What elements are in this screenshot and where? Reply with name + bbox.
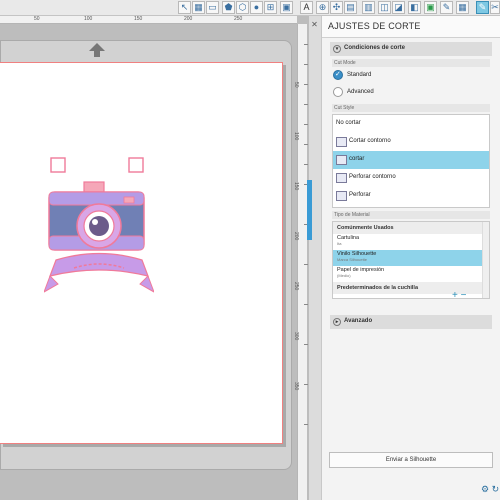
pentagon-icon[interactable]: ⬟	[222, 1, 235, 14]
radio-checked-icon[interactable]	[333, 70, 343, 80]
mode-standard-label: Standard	[347, 72, 372, 78]
draw-icon[interactable]: ✎	[440, 1, 453, 14]
style-perforate-edge[interactable]: Perforar contorno	[333, 169, 489, 187]
align-icon[interactable]: ⊕	[316, 1, 329, 14]
remove-material-button[interactable]: −	[461, 290, 467, 301]
material-item[interactable]: Cartulina Ita	[333, 234, 489, 250]
style-perforate[interactable]: Perforar	[333, 187, 489, 205]
material-item[interactable]: Papel de impresión (Medio)	[333, 266, 489, 282]
material-sub: (Medio)	[337, 273, 351, 278]
top-toolbar: ↖ ▦ ▭ ⬟ ⬡ ● ⊞ ▣ A ⊕ ✣ ▤ ▥ ◫ ◪ ◧ ▣ ✎ ▦ ✎ …	[0, 0, 500, 16]
material-sub: Ita	[337, 241, 342, 246]
trace-icon[interactable]: ◪	[392, 1, 405, 14]
cut-style-label: Cut Style	[332, 104, 490, 112]
ruler-label: 200	[293, 232, 299, 241]
style-label: Perforar contorno	[349, 174, 396, 180]
cut-conditions-header[interactable]: ▾ Condiciones de corte	[330, 42, 492, 56]
grid-icon[interactable]: ▦	[192, 1, 205, 14]
layers-icon[interactable]: ▤	[344, 1, 357, 14]
store-icon[interactable]: ▣	[424, 1, 437, 14]
material-type-label: Tipo de Material	[332, 211, 490, 219]
style-label: Cortar contorno	[349, 138, 391, 144]
cursor-icon[interactable]: ↖	[178, 1, 191, 14]
bottom-icons: ⚙ ↻	[481, 484, 499, 495]
ruler-label: 50	[293, 82, 299, 88]
ruler-label: 50	[34, 16, 40, 22]
gear-icon[interactable]: ⚙	[481, 484, 489, 494]
ruler-label: 150	[293, 182, 299, 191]
replicate-icon[interactable]: ▥	[362, 1, 375, 14]
add-material-button[interactable]: +	[452, 290, 458, 301]
radio-unchecked-icon[interactable]	[333, 87, 343, 97]
expand-icon: ▸	[333, 318, 341, 326]
style-no-cut[interactable]: No cortar	[333, 115, 489, 133]
cut-conditions-label: Condiciones de corte	[344, 45, 406, 51]
ruler-label: 100	[84, 16, 93, 22]
move-icon[interactable]: ✣	[330, 1, 343, 14]
style-label: Perforar	[349, 192, 371, 198]
text-icon[interactable]: A	[300, 1, 313, 14]
line-icon[interactable]: ⊞	[264, 1, 277, 14]
perforate-icon	[336, 191, 347, 201]
offset-icon[interactable]: ◫	[378, 1, 391, 14]
mode-advanced[interactable]: Advanced	[332, 84, 490, 101]
style-cut-edge[interactable]: Cortar contorno	[333, 133, 489, 151]
material-item[interactable]: Vinilo Silhouette Marca Silhouette	[333, 250, 489, 266]
camera-design[interactable]	[44, 152, 154, 302]
perforate-edge-icon	[336, 173, 347, 183]
hexagon-icon[interactable]: ⬡	[236, 1, 249, 14]
send-to-silhouette-button[interactable]: Enviar a Silhouette	[329, 452, 493, 468]
material-sub: Marca Silhouette	[337, 257, 368, 262]
circle-icon[interactable]: ●	[250, 1, 263, 14]
close-panel-button[interactable]: ✕	[310, 20, 319, 30]
send-icon[interactable]: ✂	[490, 1, 500, 14]
ruler-label: 350	[293, 382, 299, 391]
mode-standard[interactable]: Standard	[332, 67, 490, 84]
cut-style-list: No cortar Cortar contorno cortar Perfora…	[332, 114, 490, 208]
fill-icon[interactable]: ◧	[408, 1, 421, 14]
style-label: cortar	[349, 156, 365, 162]
advanced-header[interactable]: ▸ Avanzado	[330, 315, 492, 329]
side-ruler: 50 100 150 200 250 300 350	[293, 24, 308, 500]
cut-settings-panel: AJUSTES DE CORTE ▾ Condiciones de corte …	[321, 16, 500, 500]
ruler-label: 150	[134, 16, 143, 22]
cut-settings-icon[interactable]: ✎	[476, 1, 489, 14]
material-scrollbar[interactable]	[482, 222, 489, 298]
cut-mode-label: Cut Mode	[332, 59, 490, 67]
vertical-scrollbar[interactable]	[307, 180, 312, 240]
library-icon[interactable]: ▦	[456, 1, 469, 14]
panel-title: AJUSTES DE CORTE	[322, 16, 500, 38]
style-cut[interactable]: cortar	[333, 151, 489, 169]
feed-up-arrow-icon[interactable]	[88, 42, 106, 58]
advanced-label: Avanzado	[344, 318, 373, 324]
ruler-label: 200	[184, 16, 193, 22]
rect-icon[interactable]: ▣	[280, 1, 293, 14]
mode-advanced-label: Advanced	[347, 89, 374, 95]
material-actions: + −	[452, 290, 466, 301]
ruler-label: 250	[234, 16, 243, 22]
material-list: Comúnmente Usados Cartulina Ita Vinilo S…	[332, 221, 490, 299]
ruler-label: 300	[293, 332, 299, 341]
ruler-label: 250	[293, 282, 299, 291]
panel-icon[interactable]: ▭	[206, 1, 219, 14]
ruler-label: 100	[293, 132, 299, 141]
top-ruler: 50 100 150 200 250	[0, 16, 297, 24]
refresh-icon[interactable]: ↻	[492, 484, 500, 494]
expand-icon: ▾	[333, 45, 341, 53]
cut-icon	[336, 155, 347, 165]
selection-handle[interactable]	[50, 157, 66, 173]
selection-handle[interactable]	[128, 157, 144, 173]
cut-edge-icon	[336, 137, 347, 147]
material-group-header: Comúnmente Usados	[333, 222, 489, 234]
